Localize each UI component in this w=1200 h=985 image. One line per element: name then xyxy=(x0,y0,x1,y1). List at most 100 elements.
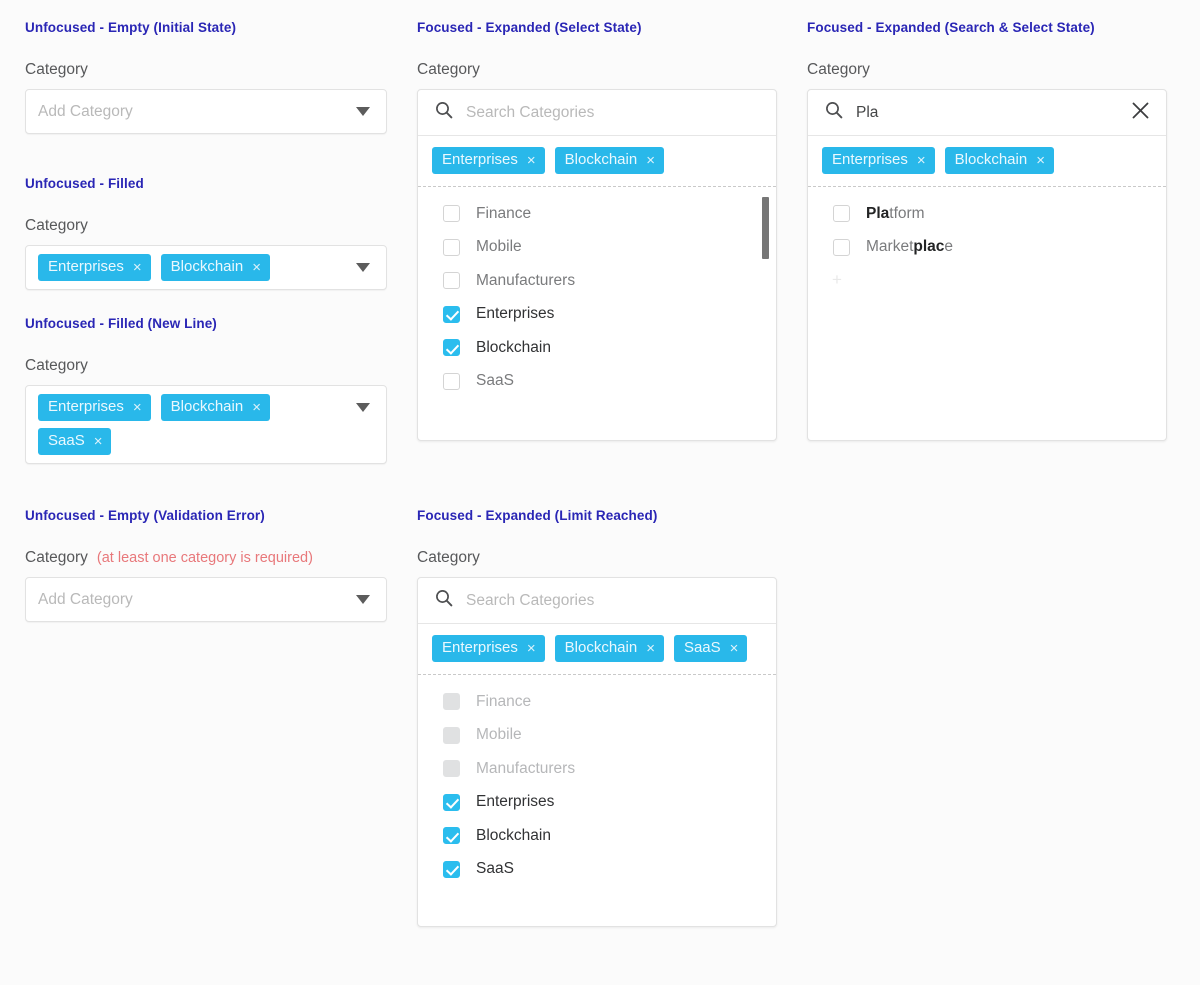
list-item[interactable]: Manufacturers xyxy=(418,264,776,298)
chip[interactable]: Enterprises × xyxy=(38,254,151,281)
chip-remove-icon[interactable]: × xyxy=(133,260,142,275)
list-item[interactable]: Blockchain xyxy=(418,819,776,853)
state-title: Focused - Expanded (Select State) xyxy=(417,20,642,35)
chip[interactable]: Blockchain × xyxy=(160,254,270,281)
chip[interactable]: Blockchain × xyxy=(160,394,270,421)
chip[interactable]: Enterprises × xyxy=(822,147,935,174)
chevron-down-icon[interactable] xyxy=(356,107,370,116)
field-label: Category xyxy=(25,357,88,374)
option-label: Manufacturers xyxy=(476,271,576,289)
field-label-row: Category xyxy=(417,61,777,79)
field-label: Category xyxy=(25,61,88,78)
chip-remove-icon[interactable]: × xyxy=(646,641,655,656)
chip-remove-icon[interactable]: × xyxy=(133,400,142,415)
list-item[interactable]: SaaS xyxy=(418,365,776,399)
selected-chips-row: Enterprises × Blockchain × xyxy=(808,136,1166,187)
field-label: Category xyxy=(807,61,870,78)
list-item[interactable]: Marketplace xyxy=(808,231,1166,265)
search-icon xyxy=(825,101,843,124)
panel-filled-new-line: Unfocused - Filled (New Line) Category E… xyxy=(25,316,387,464)
list-item[interactable]: Blockchain xyxy=(418,331,776,365)
chevron-down-icon[interactable] xyxy=(356,595,370,604)
search-results-list: Platform Marketplace + xyxy=(808,187,1166,440)
chips-area: Enterprises × Blockchain × SaaS × xyxy=(38,394,376,455)
search-row[interactable]: Pla xyxy=(808,90,1166,136)
field-label: Category xyxy=(417,549,480,566)
category-select-filled-multiline[interactable]: Enterprises × Blockchain × SaaS × xyxy=(25,385,387,464)
option-label: Platform xyxy=(866,204,925,222)
chip-remove-icon[interactable]: × xyxy=(527,153,536,168)
list-item: Mobile xyxy=(418,719,776,753)
list-item[interactable]: Enterprises xyxy=(418,298,776,332)
chevron-down-icon[interactable] xyxy=(356,403,370,412)
checkbox-unchecked[interactable] xyxy=(443,205,460,223)
search-input[interactable]: Pla xyxy=(856,104,1117,122)
option-label: Finance xyxy=(476,204,532,222)
chip-remove-icon[interactable]: × xyxy=(917,153,926,168)
checkbox-checked[interactable] xyxy=(443,860,460,878)
checkbox-unchecked[interactable] xyxy=(833,238,850,256)
checkbox-unchecked[interactable] xyxy=(443,272,460,290)
chip[interactable]: Blockchain × xyxy=(944,147,1054,174)
chip-remove-icon[interactable]: × xyxy=(94,434,103,449)
chip-label: Blockchain xyxy=(170,398,244,415)
list-scrollbar[interactable] xyxy=(762,197,769,259)
category-dropdown-select: Search Categories Enterprises × Blockcha… xyxy=(417,89,777,441)
chip-remove-icon[interactable]: × xyxy=(252,260,261,275)
chip[interactable]: Enterprises × xyxy=(38,394,151,421)
list-item[interactable]: Finance xyxy=(418,197,776,231)
chip-remove-icon[interactable]: × xyxy=(730,641,739,656)
checkbox-checked[interactable] xyxy=(443,793,460,811)
chip-label: Enterprises xyxy=(442,639,518,656)
chip-label: Enterprises xyxy=(442,151,518,168)
checkbox-unchecked[interactable] xyxy=(443,238,460,256)
search-match: Pla xyxy=(866,204,890,222)
checkbox-unchecked[interactable] xyxy=(833,205,850,223)
option-label: Enterprises xyxy=(476,793,555,811)
chip-remove-icon[interactable]: × xyxy=(252,400,261,415)
field-label: Category xyxy=(417,61,480,78)
search-row[interactable]: Search Categories xyxy=(418,90,776,136)
option-label: Manufacturers xyxy=(476,759,576,777)
add-category-icon[interactable]: + xyxy=(832,271,1166,288)
chip[interactable]: Blockchain × xyxy=(554,147,664,174)
chip-remove-icon[interactable]: × xyxy=(1036,153,1045,168)
state-title: Focused - Expanded (Limit Reached) xyxy=(417,508,658,523)
chip[interactable]: Enterprises × xyxy=(432,635,545,662)
chip[interactable]: Enterprises × xyxy=(432,147,545,174)
search-input[interactable]: Search Categories xyxy=(466,104,761,122)
panel-select-state: Focused - Expanded (Select State) Catego… xyxy=(417,20,777,441)
category-dropdown-limit: Search Categories Enterprises × Blockcha… xyxy=(417,577,777,927)
chip-remove-icon[interactable]: × xyxy=(646,153,655,168)
field-label-row: Category xyxy=(25,217,387,235)
checkbox-unchecked[interactable] xyxy=(443,372,460,390)
chip[interactable]: Blockchain × xyxy=(554,635,664,662)
chip-label: Enterprises xyxy=(48,258,124,275)
checkbox-checked[interactable] xyxy=(443,305,460,323)
list-item[interactable]: SaaS xyxy=(418,853,776,887)
option-label: Blockchain xyxy=(476,338,551,356)
state-title: Unfocused - Filled xyxy=(25,176,144,191)
panel-initial-state: Unfocused - Empty (Initial State) Catego… xyxy=(25,20,387,134)
chip[interactable]: SaaS × xyxy=(38,428,112,455)
search-input[interactable]: Search Categories xyxy=(466,592,761,610)
checkbox-checked[interactable] xyxy=(443,827,460,845)
chevron-down-icon[interactable] xyxy=(356,263,370,272)
chips-area: Add Category xyxy=(38,586,376,613)
list-item: Manufacturers xyxy=(418,752,776,786)
checkbox-checked[interactable] xyxy=(443,339,460,357)
category-select-empty[interactable]: Add Category xyxy=(25,89,387,134)
category-select-filled[interactable]: Enterprises × Blockchain × xyxy=(25,245,387,290)
list-item[interactable]: Enterprises xyxy=(418,786,776,820)
state-title: Focused - Expanded (Search & Select Stat… xyxy=(807,20,1095,35)
list-item[interactable]: Platform xyxy=(808,197,1166,231)
field-label: Category xyxy=(25,217,88,234)
chip[interactable]: SaaS × xyxy=(673,635,748,662)
option-label: Finance xyxy=(476,692,532,710)
category-select-error[interactable]: Add Category xyxy=(25,577,387,622)
search-row[interactable]: Search Categories xyxy=(418,578,776,624)
validation-error-message: (at least one category is required) xyxy=(96,550,313,566)
chip-remove-icon[interactable]: × xyxy=(527,641,536,656)
clear-search-icon[interactable] xyxy=(1130,100,1151,126)
list-item[interactable]: Mobile xyxy=(418,231,776,265)
